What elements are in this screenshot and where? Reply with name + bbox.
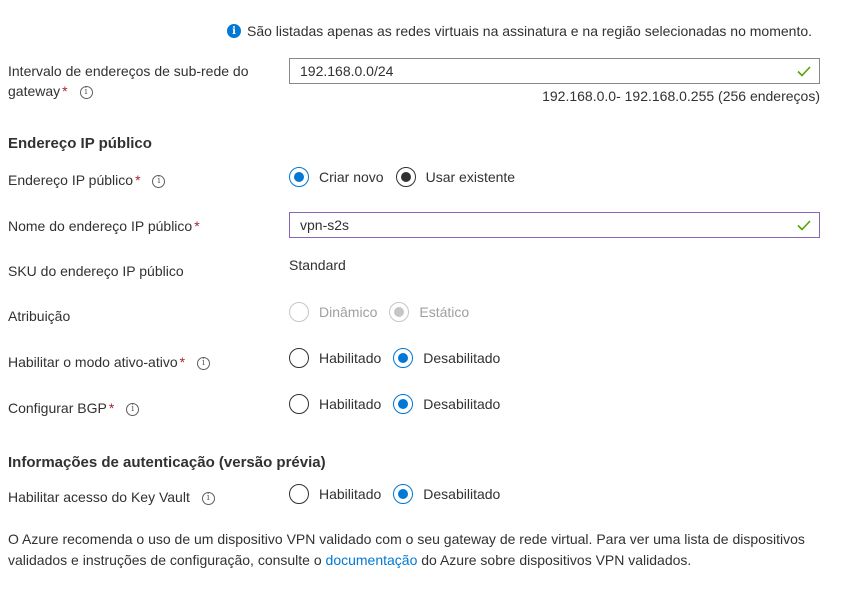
active-active-radio-group: Habilitado Desabilitado	[289, 347, 512, 369]
radio-button[interactable]	[289, 348, 309, 368]
radio-bgp-enabled[interactable]: Habilitado	[289, 394, 381, 414]
radio-button	[389, 302, 410, 322]
radio-button	[289, 302, 309, 322]
active-active-label: Habilitar o modo ativo-ativo * i	[8, 352, 210, 372]
bgp-radio-group: Habilitado Desabilitado	[289, 393, 512, 415]
radio-button[interactable]	[393, 348, 414, 368]
tooltip-icon[interactable]: i	[79, 85, 93, 99]
tooltip-icon[interactable]: i	[152, 174, 166, 188]
key-vault-label: Habilitar acesso do Key Vault i	[8, 487, 215, 507]
radio-static: Estático	[389, 302, 469, 322]
required-asterisk: *	[135, 172, 141, 188]
radio-button[interactable]	[289, 484, 309, 504]
assignment-radio-group: Dinâmico Estático	[289, 301, 481, 323]
key-vault-radio-group: Habilitado Desabilitado	[289, 483, 512, 505]
radio-active-active-disabled[interactable]: Desabilitado	[393, 348, 500, 368]
footer-note: O Azure recomenda o uso de um dispositiv…	[8, 531, 805, 568]
public-ip-radio-group: Criar novo Usar existente	[289, 166, 527, 188]
required-asterisk: *	[194, 218, 200, 234]
radio-active-active-enabled[interactable]: Habilitado	[289, 348, 381, 368]
radio-button[interactable]	[393, 394, 414, 414]
bgp-label: Configurar BGP * i	[8, 398, 140, 418]
required-asterisk: *	[108, 400, 115, 416]
radio-button[interactable]	[289, 394, 309, 414]
required-asterisk: *	[62, 83, 68, 99]
checkmark-icon	[797, 220, 811, 231]
radio-create-new[interactable]: Criar novo	[289, 167, 384, 187]
subnet-range-hint: 192.168.0.0- 192.168.0.255 (256 endereço…	[542, 88, 820, 104]
radio-use-existing[interactable]: Usar existente	[395, 167, 515, 187]
radio-dynamic: Dinâmico	[289, 302, 377, 322]
assignment-label: Atribuição	[8, 308, 71, 324]
info-banner: i São listadas apenas as redes virtuais …	[227, 21, 812, 41]
subnet-range-label: Intervalo de endereços de sub-rede do ga…	[8, 63, 249, 99]
required-asterisk: *	[179, 354, 186, 370]
subnet-range-input[interactable]: 192.168.0.0/24	[289, 58, 820, 84]
tooltip-icon[interactable]: i	[126, 402, 140, 416]
section-title-public-ip: Endereço IP público	[8, 135, 152, 152]
radio-bgp-disabled[interactable]: Desabilitado	[393, 394, 500, 414]
tooltip-icon[interactable]: i	[196, 356, 210, 370]
checkmark-icon	[797, 66, 811, 77]
radio-button[interactable]	[395, 167, 416, 187]
info-icon: i	[227, 24, 241, 38]
tooltip-icon[interactable]: i	[201, 491, 215, 505]
sku-value: Standard	[289, 257, 346, 273]
info-banner-text: São listadas apenas as redes virtuais na…	[247, 23, 813, 39]
sku-label: SKU do endereço IP público	[8, 263, 184, 279]
public-ip-label: Endereço IP público * i	[8, 170, 166, 190]
public-ip-name-label: Nome do endereço IP público *	[8, 218, 200, 234]
radio-key-vault-disabled[interactable]: Desabilitado	[393, 484, 500, 504]
radio-button[interactable]	[289, 167, 309, 187]
documentation-link[interactable]: documentação	[326, 552, 418, 568]
radio-key-vault-enabled[interactable]: Habilitado	[289, 484, 381, 504]
radio-button[interactable]	[393, 484, 414, 504]
section-title-auth: Informações de autenticação (versão prév…	[8, 454, 326, 471]
public-ip-name-input[interactable]: vpn-s2s	[289, 212, 820, 238]
